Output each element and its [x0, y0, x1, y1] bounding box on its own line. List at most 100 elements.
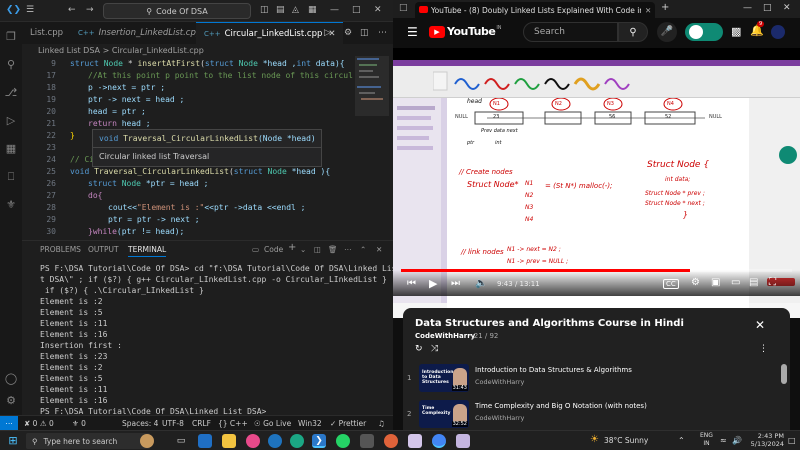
new-tab-icon[interactable]: +: [661, 2, 669, 13]
new-terminal-icon[interactable]: +: [288, 242, 296, 253]
split-terminal-icon[interactable]: ◫: [314, 245, 321, 254]
search-button[interactable]: ⚲: [618, 22, 648, 42]
maximize-panel-icon[interactable]: ⌃: [360, 245, 366, 254]
loop-icon[interactable]: ↻: [415, 344, 423, 354]
close-panel-icon[interactable]: ✕: [376, 245, 382, 254]
whatsapp-icon[interactable]: [336, 434, 350, 448]
tab-actions-icon[interactable]: □: [399, 3, 408, 13]
maximize-icon[interactable]: □: [763, 3, 772, 13]
onenote-icon[interactable]: [408, 434, 422, 448]
settings-gear-icon[interactable]: ⚙: [344, 28, 352, 38]
close-icon[interactable]: ✕: [374, 5, 382, 15]
playlist-channel[interactable]: CodeWithHarry: [415, 332, 475, 340]
previous-video-icon[interactable]: ⏮: [407, 278, 416, 289]
app-icon[interactable]: [456, 434, 470, 448]
terminal-icon[interactable]: [360, 434, 374, 448]
video-thumbnail[interactable]: Introduction to Data Structures 31:43: [419, 364, 469, 392]
tab-circular-linkedlist[interactable]: C++ Circular_LinkedList.cpp ✕: [196, 22, 344, 44]
toggle-panel-icon[interactable]: ▤: [276, 5, 285, 15]
weather-text[interactable]: 38°C Sunny: [604, 436, 648, 445]
breadcrumb-path[interactable]: Linked List DSA > Circular_LinkedList.cp…: [38, 46, 204, 55]
close-tab-icon[interactable]: ✕: [645, 6, 651, 15]
back-arrow-icon[interactable]: ←: [68, 5, 76, 15]
toggle-secondary-sidebar-icon[interactable]: ◬: [292, 5, 299, 15]
search-highlight-icon[interactable]: [140, 434, 154, 448]
playlist-item[interactable]: 1 Introduction to Data Structures 31:43 …: [403, 364, 790, 398]
split-editor-icon[interactable]: ◫: [360, 28, 369, 38]
avatar[interactable]: [771, 25, 785, 39]
tab-output[interactable]: OUTPUT: [88, 245, 119, 254]
wifi-icon[interactable]: ≈: [720, 436, 727, 445]
terminal-name[interactable]: Code: [264, 245, 283, 254]
playlist-title[interactable]: Data Structures and Algorithms Course in…: [415, 318, 684, 329]
search-input[interactable]: Search: [523, 22, 618, 42]
playlist-scrollbar[interactable]: [781, 364, 787, 384]
video-channel[interactable]: CodeWithHarry: [475, 378, 524, 386]
language-indicator[interactable]: ENG IN: [700, 432, 713, 448]
errors-indicator[interactable]: ✘ 0 ⚠ 0: [24, 419, 54, 428]
settings-gear-icon[interactable]: ⚙: [691, 277, 700, 288]
source-control-icon[interactable]: ⎇: [4, 86, 18, 100]
video-channel[interactable]: CodeWithHarry: [475, 414, 524, 422]
theater-mode-icon[interactable]: ▭: [731, 277, 740, 288]
close-icon[interactable]: ✕: [755, 318, 765, 332]
voice-search-icon[interactable]: 🎤: [657, 22, 677, 42]
youtube-logo[interactable]: ▶ YouTube IN: [429, 25, 502, 38]
run-icon[interactable]: ▷: [324, 28, 331, 38]
more-actions-icon[interactable]: ⋯: [344, 245, 352, 254]
ports-indicator[interactable]: ⚜ 0: [72, 419, 86, 428]
notifications-icon[interactable]: ♫: [378, 419, 385, 428]
more-vert-icon[interactable]: ⋮: [759, 344, 768, 354]
minimap-slider[interactable]: [355, 56, 389, 116]
tray-chevron-icon[interactable]: ⌃: [678, 436, 685, 445]
minimap[interactable]: [355, 56, 393, 236]
toggle-sidebar-icon[interactable]: ◫: [260, 5, 269, 15]
platform-indicator[interactable]: Win32: [298, 419, 322, 428]
forward-arrow-icon[interactable]: →: [86, 5, 94, 15]
menu-icon[interactable]: ☰: [26, 5, 34, 15]
notification-center-icon[interactable]: □: [788, 436, 796, 445]
play-icon[interactable]: ▶: [429, 277, 437, 290]
tab-list-cpp[interactable]: List.cpp: [22, 22, 71, 44]
prettier-indicator[interactable]: ✓ Prettier: [330, 419, 366, 428]
miniplayer-icon[interactable]: ▣: [711, 277, 720, 288]
tab-terminal[interactable]: TERMINAL: [128, 245, 167, 257]
video-title[interactable]: Time Complexity and Big O Notation (with…: [475, 402, 647, 410]
video-title[interactable]: Introduction to Data Structures & Algori…: [475, 366, 632, 374]
terminal-output[interactable]: PS F:\DSA Tutorial\Code Of DSA> cd "f:\D…: [22, 262, 396, 416]
chrome-icon[interactable]: [432, 434, 446, 448]
account-icon[interactable]: ◯: [4, 372, 18, 386]
extensions-icon[interactable]: ▦: [4, 142, 18, 156]
run-debug-icon[interactable]: ▷: [4, 114, 18, 128]
video-player[interactable]: NULL NULL N1 N2 N3 N4 23 56 52 head Prev…: [393, 48, 800, 318]
settings-gear-icon[interactable]: ⚙: [4, 394, 18, 408]
layout-icon[interactable]: ▦: [308, 5, 317, 15]
hamburger-menu-icon[interactable]: ☰: [407, 25, 418, 39]
encoding-indicator[interactable]: UTF-8: [162, 419, 184, 428]
captions-icon[interactable]: CC: [663, 279, 679, 289]
go-live-button[interactable]: ☉ Go Live: [254, 419, 291, 428]
more-actions-icon[interactable]: ⋯: [378, 28, 387, 38]
chevron-down-icon[interactable]: ⌄: [300, 245, 306, 254]
playlist-item[interactable]: 2 Time Complexity 32:52 Time Complexity …: [403, 400, 790, 430]
command-center-search[interactable]: ⚲ Code Of DSA: [103, 3, 251, 19]
eol-indicator[interactable]: CRLF: [192, 419, 211, 428]
volume-icon[interactable]: 🔈: [475, 278, 487, 289]
photos-icon[interactable]: [268, 434, 282, 448]
create-video-icon[interactable]: ▩: [731, 25, 741, 38]
file-explorer-icon[interactable]: [222, 434, 236, 448]
app-icon[interactable]: [246, 434, 260, 448]
search-icon[interactable]: ⚲: [4, 58, 18, 72]
speaker-icon[interactable]: 🔊: [732, 436, 742, 445]
fullscreen-icon[interactable]: ⛶: [769, 277, 776, 288]
remote-explorer-icon[interactable]: ⎕: [4, 170, 18, 184]
taskbar-search[interactable]: ⚲ Type here to search: [26, 433, 150, 449]
clock[interactable]: 2:43 PM 5/13/2024: [744, 432, 784, 448]
minimize-icon[interactable]: —: [743, 3, 752, 13]
video-thumbnail[interactable]: Time Complexity 32:52: [419, 400, 469, 428]
cast-icon[interactable]: ▤: [749, 277, 758, 288]
close-icon[interactable]: ✕: [783, 3, 791, 13]
browser-tab-youtube[interactable]: YouTube - (8) Doubly Linked Lists Explai…: [415, 2, 655, 18]
shuffle-icon[interactable]: ⤨: [431, 344, 438, 354]
tab-problems[interactable]: PROBLEMS: [40, 245, 81, 254]
